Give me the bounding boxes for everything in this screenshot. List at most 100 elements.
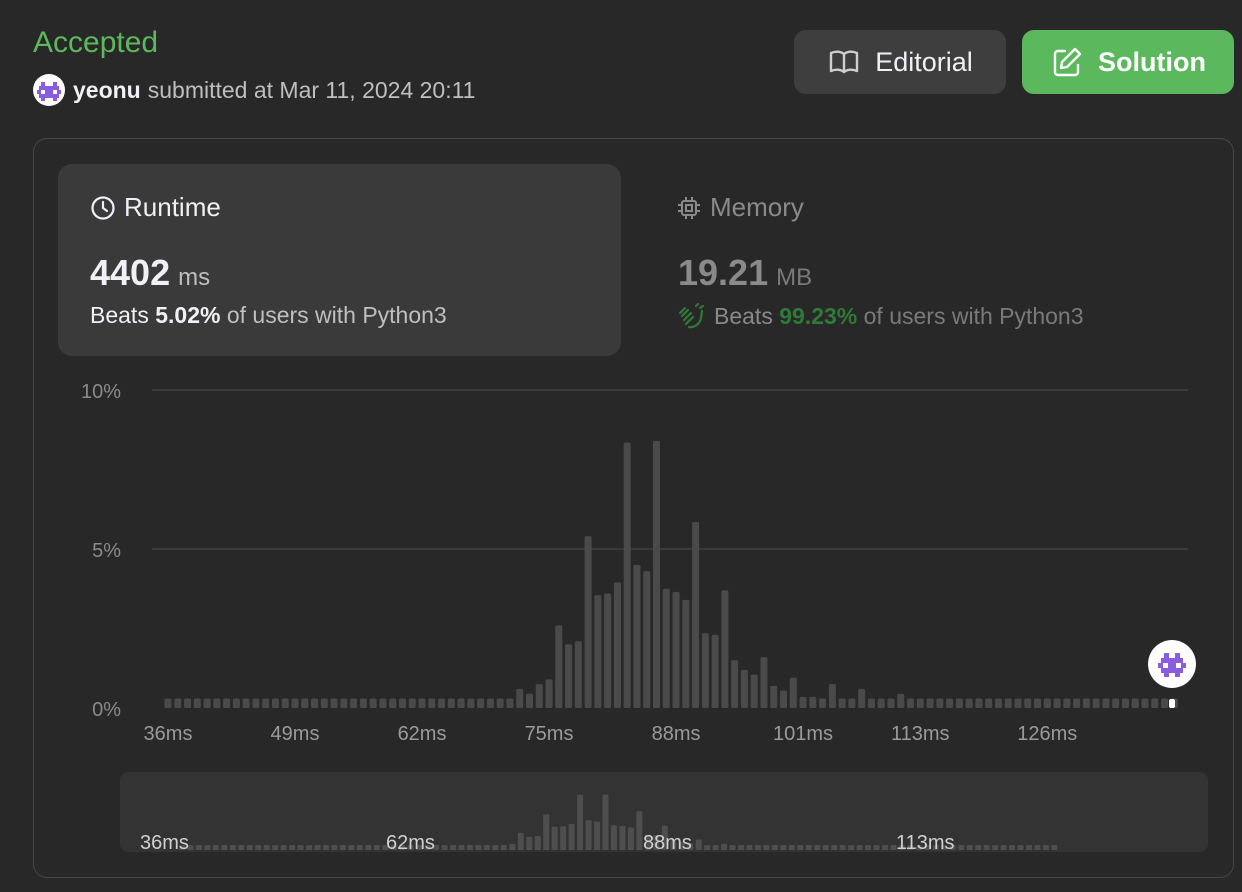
distribution-bar[interactable]: [623, 442, 631, 708]
distribution-bar[interactable]: [174, 698, 182, 708]
distribution-bar[interactable]: [799, 696, 807, 708]
distribution-bar[interactable]: [819, 698, 827, 708]
distribution-bar[interactable]: [985, 698, 993, 708]
distribution-bar[interactable]: [467, 698, 475, 708]
distribution-bar[interactable]: [457, 698, 465, 708]
distribution-bar[interactable]: [320, 698, 328, 708]
distribution-bar[interactable]: [613, 582, 621, 708]
distribution-bar[interactable]: [1112, 698, 1120, 708]
distribution-bar[interactable]: [1102, 698, 1110, 708]
current-runtime-avatar[interactable]: [1148, 640, 1196, 688]
distribution-bar[interactable]: [262, 698, 270, 708]
distribution-bar[interactable]: [946, 698, 954, 708]
distribution-bar[interactable]: [975, 698, 983, 708]
distribution-bar[interactable]: [711, 634, 719, 708]
distribution-bar[interactable]: [271, 698, 279, 708]
distribution-bar[interactable]: [398, 698, 406, 708]
distribution-bar[interactable]: [330, 698, 338, 708]
distribution-bar[interactable]: [477, 698, 485, 708]
distribution-bar[interactable]: [780, 690, 788, 708]
distribution-bar[interactable]: [164, 698, 172, 708]
distribution-bar[interactable]: [574, 641, 582, 708]
distribution-bar[interactable]: [877, 698, 885, 708]
distribution-bar[interactable]: [1092, 698, 1100, 708]
distribution-bar[interactable]: [770, 685, 778, 708]
distribution-bar[interactable]: [584, 536, 592, 708]
distribution-bar[interactable]: [350, 698, 358, 708]
distribution-bar[interactable]: [408, 698, 416, 708]
distribution-bar[interactable]: [1141, 698, 1149, 708]
distribution-bar[interactable]: [1043, 698, 1051, 708]
distribution-bar[interactable]: [740, 669, 748, 708]
distribution-bar[interactable]: [750, 674, 758, 708]
distribution-bar[interactable]: [555, 625, 563, 708]
distribution-bar[interactable]: [692, 521, 700, 708]
distribution-bar[interactable]: [545, 679, 553, 708]
distribution-bar[interactable]: [525, 693, 533, 708]
distribution-bar[interactable]: [653, 440, 660, 708]
distribution-bar[interactable]: [897, 693, 905, 708]
distribution-bar[interactable]: [1131, 698, 1139, 708]
distribution-bar[interactable]: [848, 698, 856, 708]
distribution-bar[interactable]: [760, 657, 768, 708]
distribution-bar[interactable]: [535, 684, 543, 708]
distribution-bar[interactable]: [1161, 698, 1169, 708]
distribution-bar[interactable]: [1063, 698, 1071, 708]
distribution-bar[interactable]: [1014, 698, 1022, 708]
distribution-bar[interactable]: [213, 698, 221, 708]
distribution-bar[interactable]: [965, 698, 973, 708]
distribution-bar[interactable]: [672, 591, 680, 708]
distribution-bar[interactable]: [1082, 698, 1090, 708]
distribution-bar[interactable]: [418, 698, 426, 708]
distribution-bar[interactable]: [340, 698, 348, 708]
distribution-bar[interactable]: [506, 698, 514, 708]
distribution-bar[interactable]: [907, 698, 915, 708]
distribution-bar[interactable]: [926, 698, 934, 708]
distribution-bar[interactable]: [428, 698, 436, 708]
distribution-bar[interactable]: [203, 698, 211, 708]
distribution-bar[interactable]: [223, 698, 231, 708]
distribution-bar[interactable]: [291, 698, 299, 708]
distribution-bar[interactable]: [662, 588, 670, 708]
distribution-bar[interactable]: [789, 677, 797, 708]
distribution-bar[interactable]: [369, 698, 377, 708]
distribution-bar[interactable]: [379, 698, 387, 708]
distribution-bar[interactable]: [1034, 698, 1042, 708]
distribution-bar[interactable]: [594, 595, 602, 708]
distribution-bar[interactable]: [242, 698, 250, 708]
distribution-bar[interactable]: [252, 698, 260, 708]
distribution-bar[interactable]: [184, 698, 192, 708]
distribution-bar[interactable]: [565, 644, 573, 708]
distribution-bar[interactable]: [1151, 698, 1159, 708]
distribution-bar[interactable]: [838, 698, 846, 708]
distribution-bar[interactable]: [311, 698, 319, 708]
runtime-distribution-chart[interactable]: 10% 5% 0% 36ms 49ms 62ms 75ms 88ms 101ms 113ms 126…: [0, 0, 1242, 892]
distribution-bar[interactable]: [232, 698, 240, 708]
distribution-bar[interactable]: [633, 564, 641, 708]
distribution-bar[interactable]: [858, 688, 866, 708]
distribution-bar[interactable]: [721, 590, 729, 708]
distribution-bar[interactable]: [701, 633, 709, 708]
distribution-bar[interactable]: [1121, 698, 1129, 708]
distribution-bar[interactable]: [301, 698, 309, 708]
distribution-bar[interactable]: [1073, 698, 1081, 708]
distribution-bar[interactable]: [916, 698, 924, 708]
distribution-bar[interactable]: [193, 698, 201, 708]
distribution-bar[interactable]: [516, 688, 524, 708]
distribution-bar[interactable]: [955, 698, 963, 708]
distribution-bar[interactable]: [389, 698, 397, 708]
current-runtime-bar[interactable]: [1169, 699, 1175, 708]
distribution-bar[interactable]: [438, 698, 446, 708]
distribution-bar[interactable]: [1024, 698, 1032, 708]
distribution-bar[interactable]: [867, 698, 875, 708]
distribution-bar[interactable]: [936, 698, 944, 708]
distribution-bar[interactable]: [887, 698, 895, 708]
distribution-bar[interactable]: [682, 599, 690, 708]
distribution-bar[interactable]: [1053, 698, 1061, 708]
distribution-bar[interactable]: [994, 698, 1002, 708]
distribution-bar[interactable]: [281, 698, 289, 708]
distribution-bar[interactable]: [496, 698, 504, 708]
distribution-bar[interactable]: [486, 698, 494, 708]
distribution-bar[interactable]: [731, 660, 739, 708]
distribution-bar[interactable]: [447, 698, 455, 708]
